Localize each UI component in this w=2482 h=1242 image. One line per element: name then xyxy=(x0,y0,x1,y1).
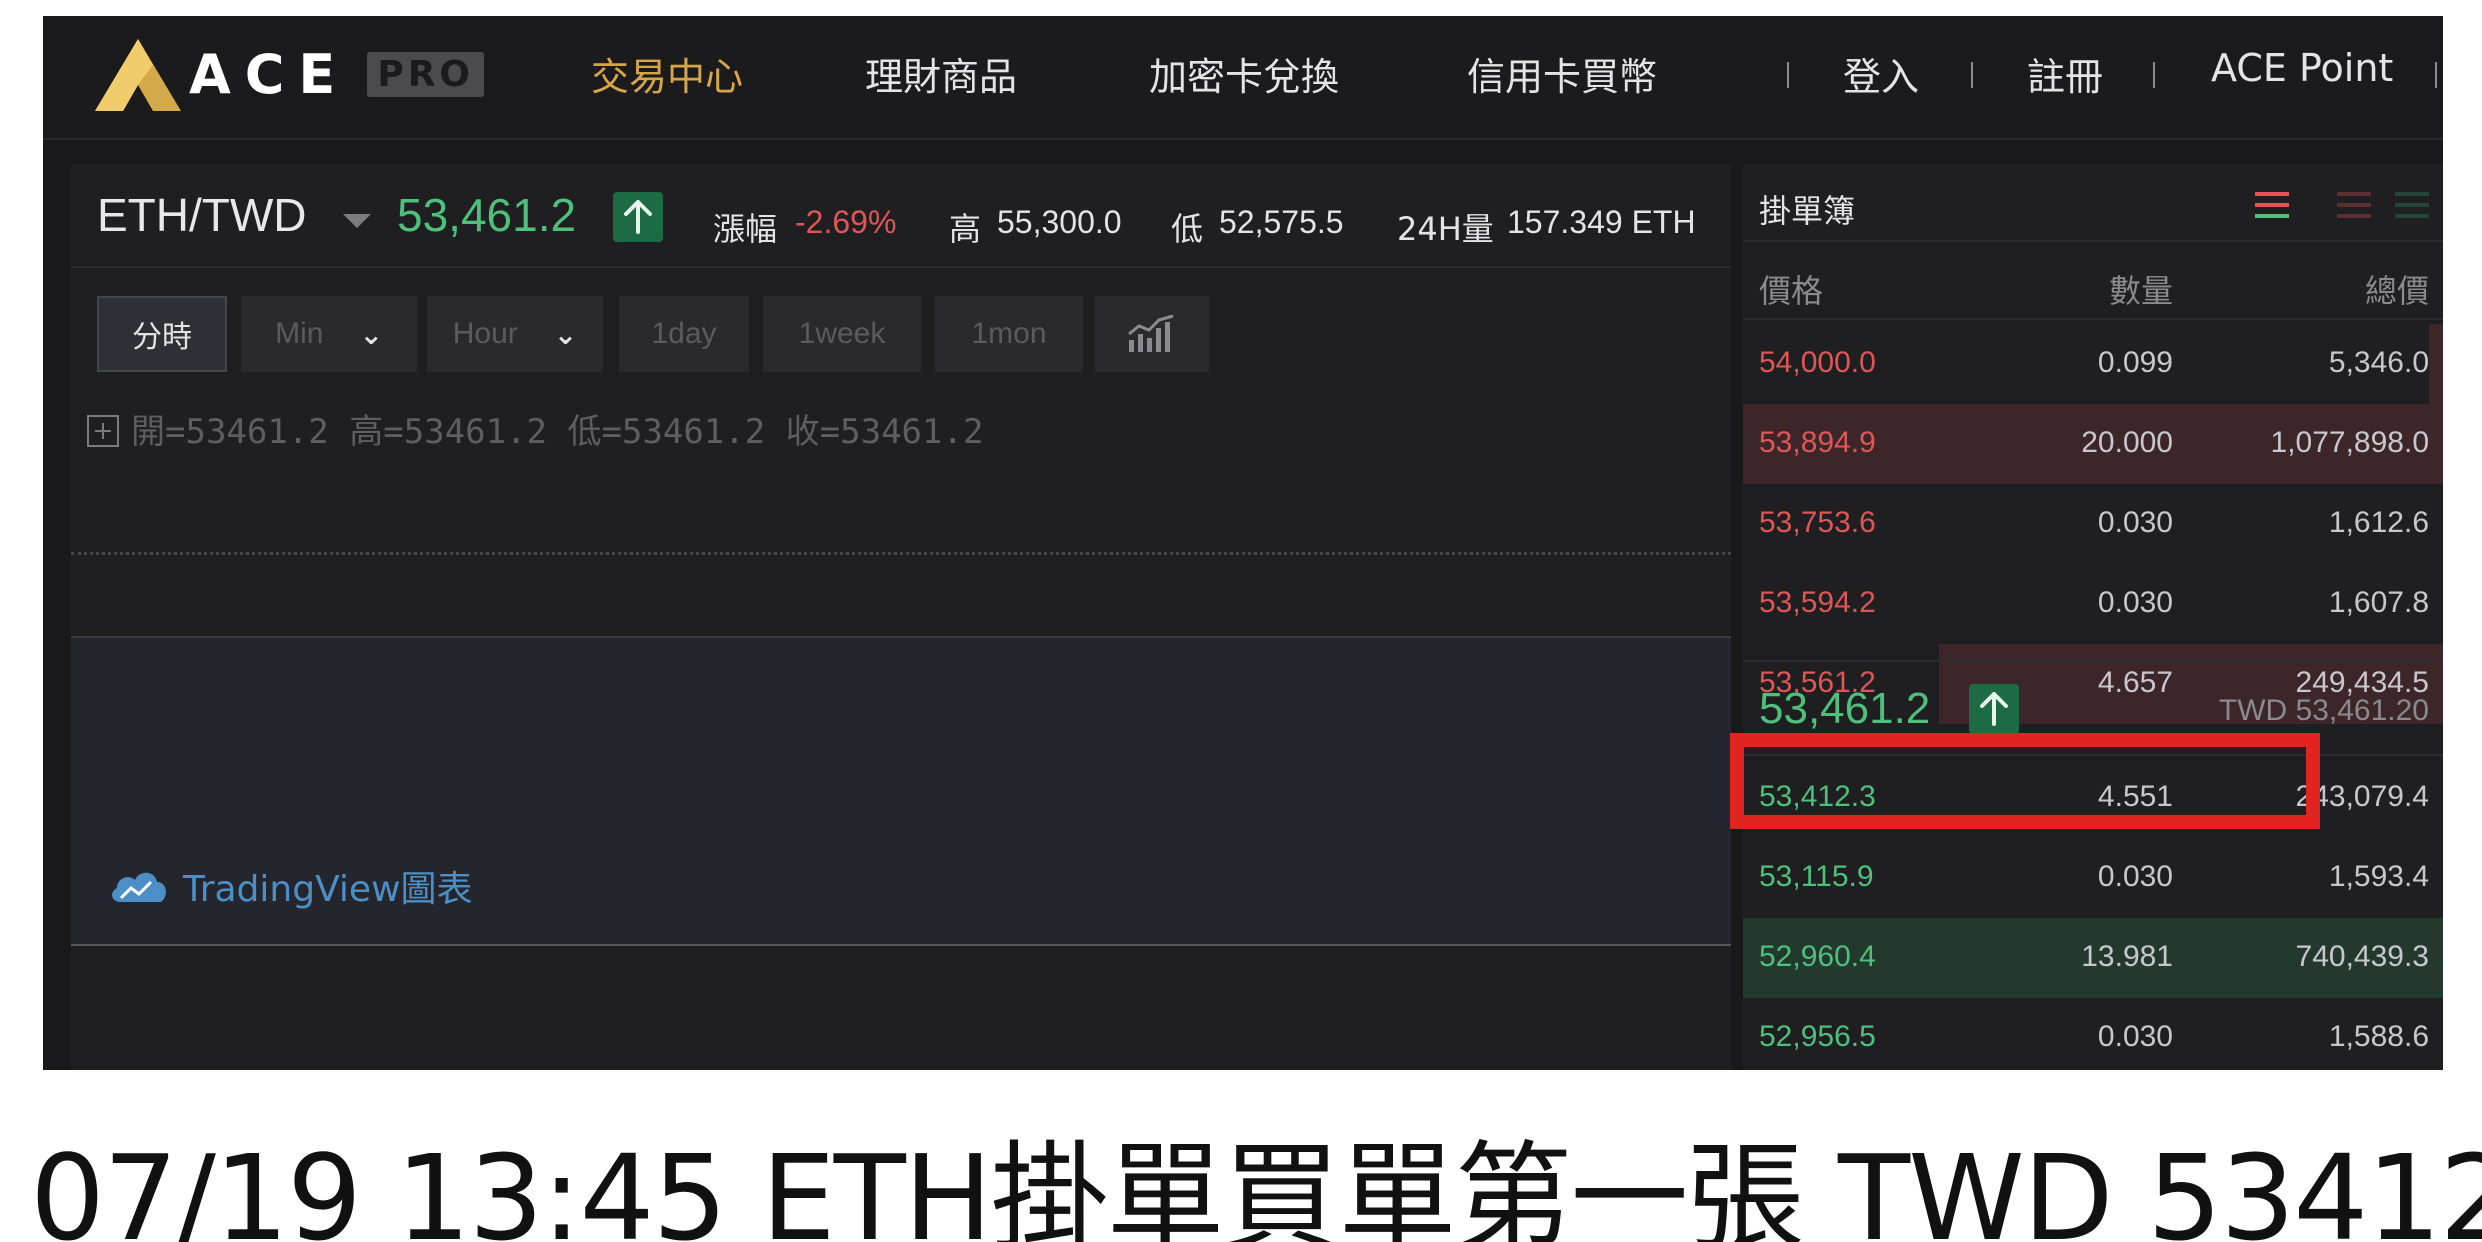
col-amount: 數量 xyxy=(2108,272,2173,310)
price-line xyxy=(71,552,1731,555)
ohlc-values: 開=53461.2 高=53461.2 低=53461.2 收=53461.2 xyxy=(131,412,984,452)
ask-row[interactable]: 54,000.0 0.099 5,346.0 xyxy=(1743,324,2443,404)
ace-logo-mark-icon xyxy=(95,39,181,111)
ask-price: 53,894.9 xyxy=(1759,426,1876,459)
ask-amount: 20.000 xyxy=(2081,426,2173,459)
low-label: 低 xyxy=(1171,210,1204,248)
orderbook-both-view-icon[interactable] xyxy=(2255,192,2289,225)
low-value: 52,575.5 xyxy=(1219,204,1344,240)
bid-row[interactable]: 52,956.5 0.030 1,588.6 xyxy=(1743,998,2443,1070)
ask-amount: 0.030 xyxy=(2097,586,2173,619)
chevron-down-icon: ⌄ xyxy=(359,318,383,350)
bid-total: 1,593.4 xyxy=(2328,860,2429,893)
top-navigation: ACE PRO 交易中心 理財商品 加密卡兌換 信用卡買幣 登入 註冊 ACE … xyxy=(43,16,2443,140)
nav-separator xyxy=(2435,62,2437,88)
ask-row[interactable]: 53,753.6 0.030 1,612.6 xyxy=(1743,484,2443,564)
bid-row[interactable]: 53,115.9 0.030 1,593.4 xyxy=(1743,838,2443,918)
nav-credit-card-buy[interactable]: 信用卡買幣 xyxy=(1467,46,1657,101)
col-price: 價格 xyxy=(1759,272,1824,310)
timeframe-1mon[interactable]: 1mon xyxy=(935,296,1083,372)
ask-row[interactable]: 53,594.2 0.030 1,607.8 xyxy=(1743,564,2443,644)
order-book-header: 掛單簿 xyxy=(1743,164,2443,242)
chart-panel: ETH/TWD 53,461.2 漲幅 -2.69% 高 55,300.0 低 … xyxy=(71,164,1731,1070)
timeframe-min-dropdown[interactable]: Min ⌄ xyxy=(241,296,417,372)
bid-price: 52,960.4 xyxy=(1759,940,1876,973)
arrow-up-icon xyxy=(613,192,663,242)
ask-total: 1,612.6 xyxy=(2328,506,2429,539)
volume-value: 157.349 ETH xyxy=(1507,204,1696,240)
caption-text: 07/19 13:45 ETH掛單買單第一張 TWD 53412 xyxy=(30,1129,2482,1242)
timeframe-1week[interactable]: 1week xyxy=(763,296,921,372)
bid-total: 740,439.3 xyxy=(2295,940,2429,973)
chevron-down-icon: ⌄ xyxy=(553,318,578,350)
ask-row[interactable]: 53,894.9 20.000 1,077,898.0 xyxy=(1743,404,2443,484)
bid-amount: 0.030 xyxy=(2097,860,2173,893)
ohlc-readout: 開=53461.2 高=53461.2 低=53461.2 收=53461.2 xyxy=(87,404,983,453)
depth-bar xyxy=(2429,324,2443,404)
last-price: 53,461.2 xyxy=(397,189,577,241)
tradingview-cloud-icon xyxy=(112,872,166,902)
ask-amount: 0.099 xyxy=(2097,346,2173,379)
ace-pro-logo[interactable]: ACE PRO xyxy=(93,34,485,114)
nav-ace-point[interactable]: ACE Point xyxy=(2211,46,2393,90)
ask-price: 53,594.2 xyxy=(1759,586,1876,619)
ask-price: 53,753.6 xyxy=(1759,506,1876,539)
bid-amount: 0.030 xyxy=(2097,1020,2173,1053)
change-label: 漲幅 xyxy=(713,210,778,248)
logo-pro-badge: PRO xyxy=(367,51,485,97)
timeframe-1day[interactable]: 1day xyxy=(619,296,749,372)
high-value: 55,300.0 xyxy=(997,204,1122,240)
logo-text: ACE xyxy=(189,42,350,106)
timeframe-min-label: Min xyxy=(275,317,324,350)
ask-total: 1,077,898.0 xyxy=(2270,426,2429,459)
nav-crypto-card-exchange[interactable]: 加密卡兌換 xyxy=(1149,46,1339,101)
tradingview-watermark: TradingView圖表 xyxy=(107,860,473,912)
pair-selector[interactable]: ETH/TWD xyxy=(97,188,307,242)
bid-amount: 13.981 xyxy=(2081,940,2173,973)
caret-down-icon[interactable] xyxy=(343,214,371,228)
high-label: 高 xyxy=(949,210,982,248)
timeframe-hour-label: Hour xyxy=(452,317,518,350)
volume-label: 24H量 xyxy=(1397,210,1494,248)
mid-price-twd: TWD 53,461.20 xyxy=(2218,694,2429,727)
bid-price: 53,115.9 xyxy=(1759,860,1874,893)
timeframe-1week-label: 1week xyxy=(798,317,886,350)
highlight-annotation-box xyxy=(1730,733,2320,829)
bid-total: 1,588.6 xyxy=(2328,1020,2429,1053)
nav-trading-center[interactable]: 交易中心 xyxy=(591,46,743,101)
expand-plus-icon[interactable] xyxy=(87,415,119,447)
order-book-title: 掛單簿 xyxy=(1759,192,1856,230)
bid-price: 52,956.5 xyxy=(1759,1020,1876,1053)
timeframe-1mon-label: 1mon xyxy=(971,317,1047,350)
ask-amount: 0.030 xyxy=(2097,506,2173,539)
nav-login[interactable]: 登入 xyxy=(1843,46,1919,101)
mid-price: 53,461.2 xyxy=(1759,684,1931,733)
nav-separator xyxy=(1971,62,1973,88)
arrow-up-icon xyxy=(1969,684,2019,734)
col-total: 總價 xyxy=(2364,272,2429,310)
nav-wealth-products[interactable]: 理財商品 xyxy=(865,46,1017,101)
indicator-chart-icon xyxy=(1128,314,1174,352)
price-chart[interactable]: 分時 Min ⌄ Hour ⌄ 1day 1week 1mon 開=53461.2 … xyxy=(71,270,1731,1070)
screenshot-frame: ACE PRO 交易中心 理財商品 加密卡兌換 信用卡買幣 登入 註冊 ACE … xyxy=(43,16,2443,1070)
order-book-panel: 掛單簿 價格 數量 總價 54,000.0 0.099 5,346.0 53,894.… xyxy=(1743,164,2443,1070)
nav-separator xyxy=(2153,62,2155,88)
ask-total: 1,607.8 xyxy=(2328,586,2429,619)
timeframe-1day-label: 1day xyxy=(651,317,717,350)
timeframe-realtime-label: 分時 xyxy=(132,321,192,354)
order-book-columns: 價格 數量 總價 xyxy=(1743,244,2443,320)
ticker-bar: ETH/TWD 53,461.2 漲幅 -2.69% 高 55,300.0 低 … xyxy=(71,164,1731,268)
timeframe-hour-dropdown[interactable]: Hour ⌄ xyxy=(427,296,603,372)
indicators-button[interactable] xyxy=(1095,296,1209,372)
nav-register[interactable]: 註冊 xyxy=(2027,46,2103,101)
bid-row[interactable]: 52,960.4 13.981 740,439.3 xyxy=(1743,918,2443,998)
ask-total: 5,346.0 xyxy=(2328,346,2429,379)
ask-price: 54,000.0 xyxy=(1759,346,1876,379)
orderbook-bids-view-icon[interactable] xyxy=(2395,192,2429,225)
orderbook-asks-view-icon[interactable] xyxy=(2337,192,2371,225)
change-value: -2.69% xyxy=(795,204,897,240)
tradingview-label: TradingView圖表 xyxy=(183,869,473,910)
timeframe-realtime[interactable]: 分時 xyxy=(97,296,227,372)
nav-separator xyxy=(1787,62,1789,88)
